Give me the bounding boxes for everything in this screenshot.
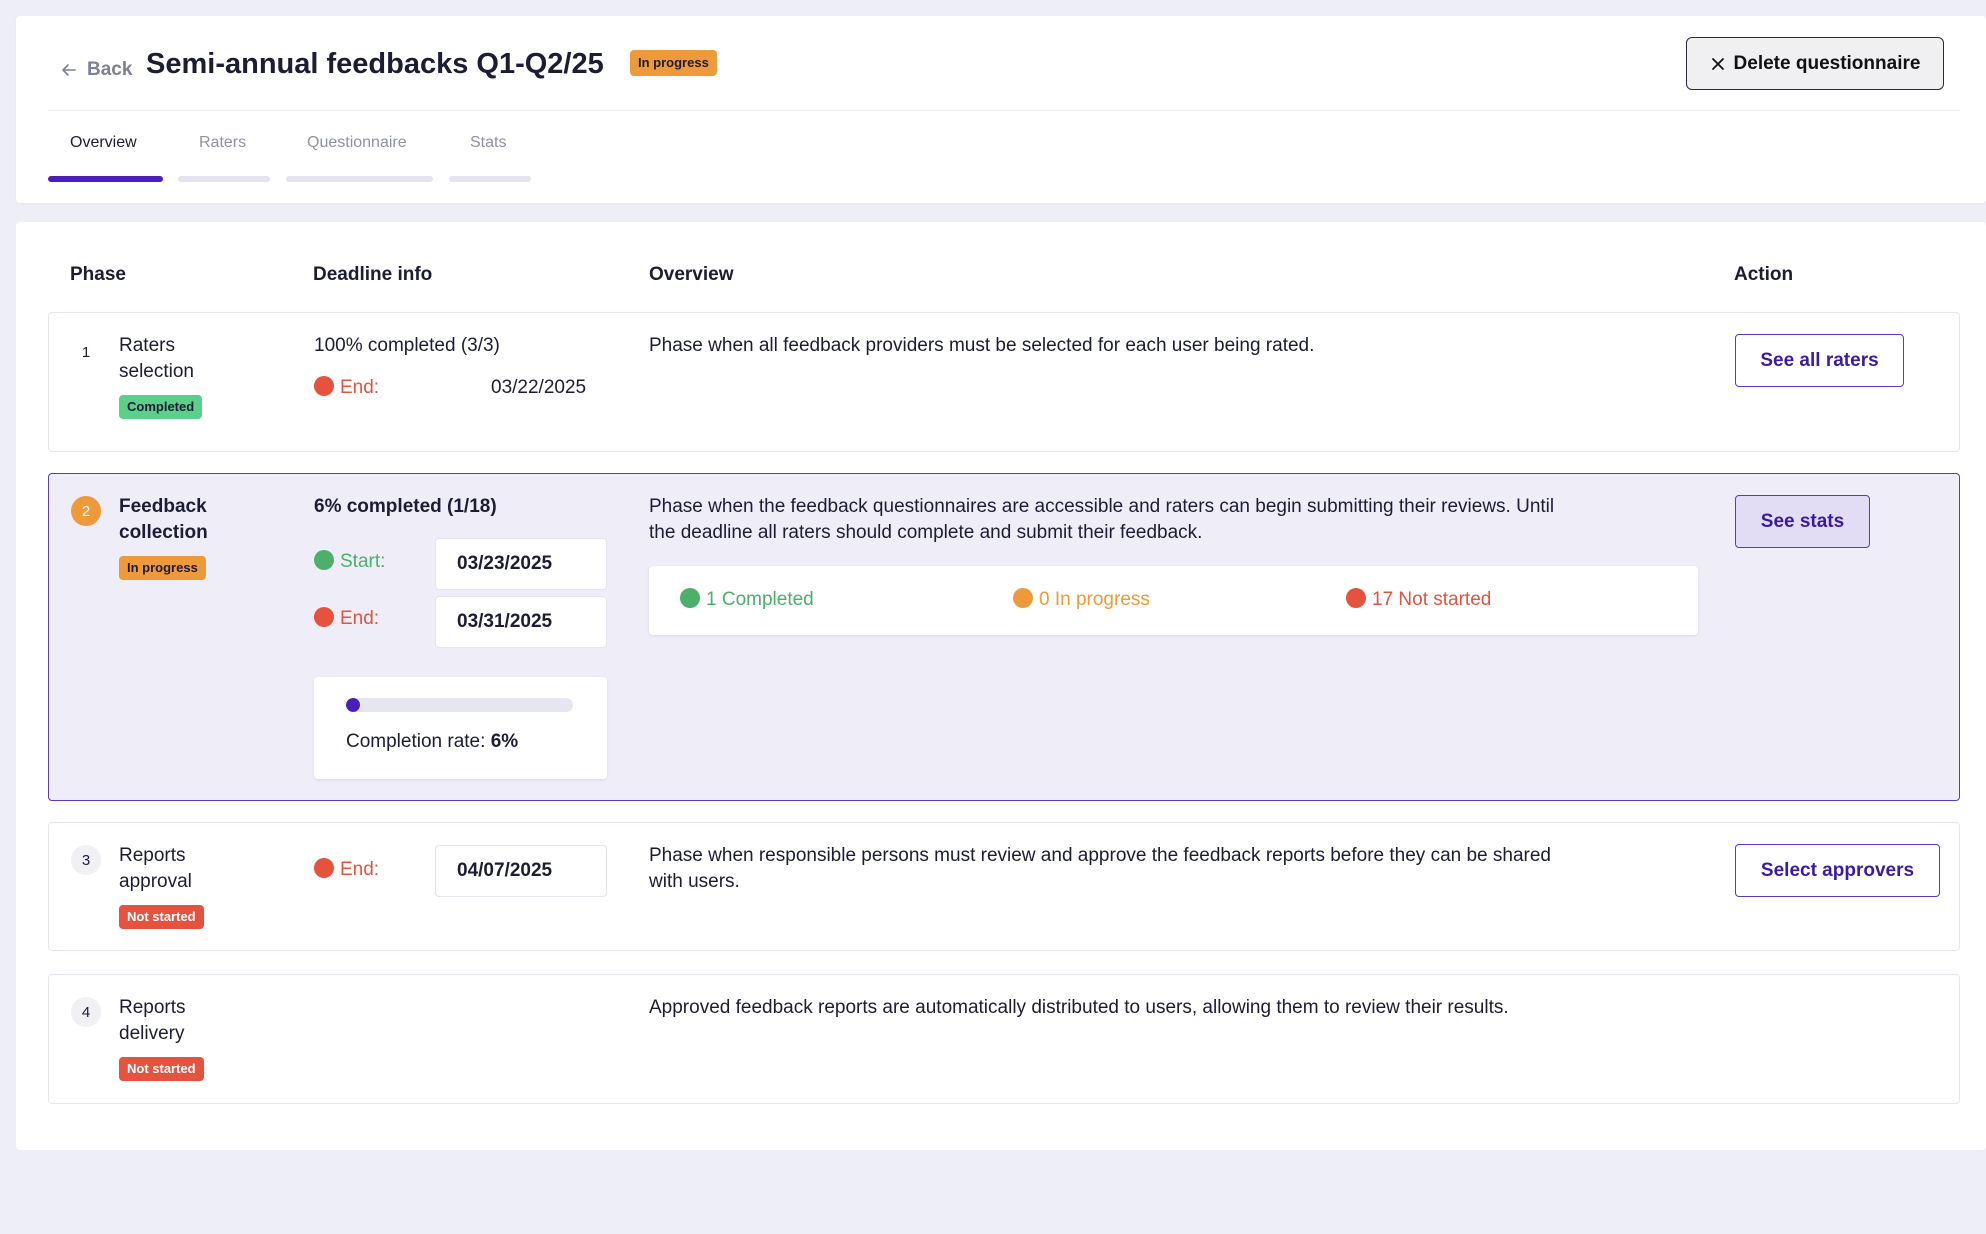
phase-name-line1: Reports (119, 997, 186, 1018)
column-header-deadline: Deadline info (313, 264, 433, 285)
completion-rate-value: 6% (490, 731, 519, 752)
delete-questionnaire-label: Delete questionnaire (1733, 52, 1921, 74)
end-label-text: End: (340, 377, 380, 398)
tab-stats[interactable]: Stats (470, 134, 506, 152)
completion-rate-label: Completion rate: (346, 731, 486, 752)
start-label-text: Start: (340, 551, 386, 572)
status-dot-icon (1346, 588, 1366, 608)
completion-rate-panel: Completion rate: 6% (314, 677, 607, 779)
back-label: Back (87, 59, 133, 80)
phase-overview: Phase when all feedback providers must b… (649, 335, 1315, 356)
end-date-field[interactable]: 03/31/2025 (435, 596, 607, 648)
status-badge: In progress (119, 556, 206, 580)
phase-name-line1: Reports (119, 845, 186, 866)
phase-name-line1: Raters (119, 335, 175, 356)
arrow-left-icon (62, 64, 76, 76)
phase-name-line2: selection (119, 361, 194, 382)
phase-number: 2 (71, 496, 101, 526)
stat-not-started-text: 17 Not started (1372, 589, 1492, 610)
column-header-overview: Overview (649, 264, 734, 285)
phase-number: 3 (71, 845, 101, 875)
phase-name-line2: delivery (119, 1023, 185, 1044)
table-row: 2 Feedback collection In progress 6% com… (48, 473, 1960, 801)
phase-number: 4 (71, 997, 101, 1027)
column-header-action: Action (1734, 264, 1794, 285)
tab-questionnaire[interactable]: Questionnaire (307, 134, 407, 152)
see-all-raters-button[interactable]: See all raters (1735, 334, 1904, 387)
tab-indicator-questionnaire (286, 176, 433, 182)
phase-overview-line2: the deadline all raters should complete … (649, 522, 1203, 543)
phase-name-line2: approval (119, 871, 192, 892)
header-divider (48, 110, 1960, 111)
tab-indicator-overview (48, 176, 163, 182)
completion-rate-text: Completion rate: 6% (346, 729, 518, 755)
end-label-text: End: (340, 859, 380, 880)
tab-indicator-stats (449, 176, 531, 182)
phase-overview-line1: Phase when the feedback questionnaires a… (649, 496, 1555, 517)
status-badge: Not started (119, 905, 204, 929)
end-label-text: End: (340, 608, 380, 629)
phase-overview-line2: with users. (649, 871, 740, 892)
status-dot-icon (680, 588, 700, 608)
phase-name-line2: collection (119, 522, 208, 543)
status-summary-panel: 1 Completed 0 In progress 17 Not started (649, 566, 1698, 635)
page-title: Semi-annual feedbacks Q1-Q2/25 (146, 48, 604, 80)
status-dot-icon (314, 550, 334, 570)
tab-overview[interactable]: Overview (70, 134, 137, 152)
phase-number: 1 (81, 343, 91, 361)
stat-in-progress: 0 In progress (1013, 587, 1150, 613)
phase-name-line1: Feedback (119, 496, 207, 517)
completion-text: 100% completed (3/3) (314, 335, 500, 356)
phase-overview-line1: Phase when responsible persons must revi… (649, 845, 1551, 866)
start-date-field[interactable]: 03/23/2025 (435, 538, 607, 590)
end-date: 03/22/2025 (491, 377, 587, 398)
end-date-field[interactable]: 04/07/2025 (435, 845, 607, 897)
status-badge: Completed (119, 395, 203, 419)
tab-indicator-raters (178, 176, 270, 182)
table-row: 1 Raters selection Completed 100% comple… (48, 312, 1960, 452)
start-label: Start: (314, 549, 385, 575)
table-row: 3 Reports approval Not started End: 04/0… (48, 822, 1960, 951)
stat-completed: 1 Completed (680, 587, 814, 613)
status-dot-icon (314, 858, 334, 878)
status-dot-icon (314, 607, 334, 627)
back-link[interactable]: Back (59, 52, 132, 88)
select-approvers-button[interactable]: Select approvers (1735, 844, 1940, 897)
end-label: End: (314, 375, 379, 401)
header-card: Back Semi-annual feedbacks Q1-Q2/25 In p… (16, 16, 1986, 203)
delete-questionnaire-button[interactable]: Delete questionnaire (1686, 37, 1944, 90)
completion-text: 6% completed (1/18) (314, 496, 497, 517)
stat-completed-text: 1 Completed (706, 589, 814, 610)
status-dot-icon (1013, 588, 1033, 608)
phase-overview: Approved feedback reports are automatica… (649, 997, 1509, 1018)
completion-progress-fill (346, 698, 360, 712)
completion-progress-bar (346, 698, 573, 712)
stat-in-progress-text: 0 In progress (1039, 589, 1150, 610)
status-badge: In progress (630, 50, 717, 76)
table-row: 4 Reports delivery Not started Approved … (48, 974, 1960, 1104)
status-badge: Not started (119, 1057, 204, 1081)
end-label: End: (314, 606, 379, 632)
tab-raters[interactable]: Raters (199, 134, 246, 152)
close-icon (1711, 57, 1724, 70)
end-label: End: (314, 857, 379, 883)
status-dot-icon (314, 376, 334, 396)
stat-not-started: 17 Not started (1346, 587, 1491, 613)
see-stats-button[interactable]: See stats (1735, 495, 1870, 548)
phases-table: Phase Deadline info Overview Action 1 Ra… (16, 222, 1986, 1150)
column-header-phase: Phase (70, 264, 126, 285)
